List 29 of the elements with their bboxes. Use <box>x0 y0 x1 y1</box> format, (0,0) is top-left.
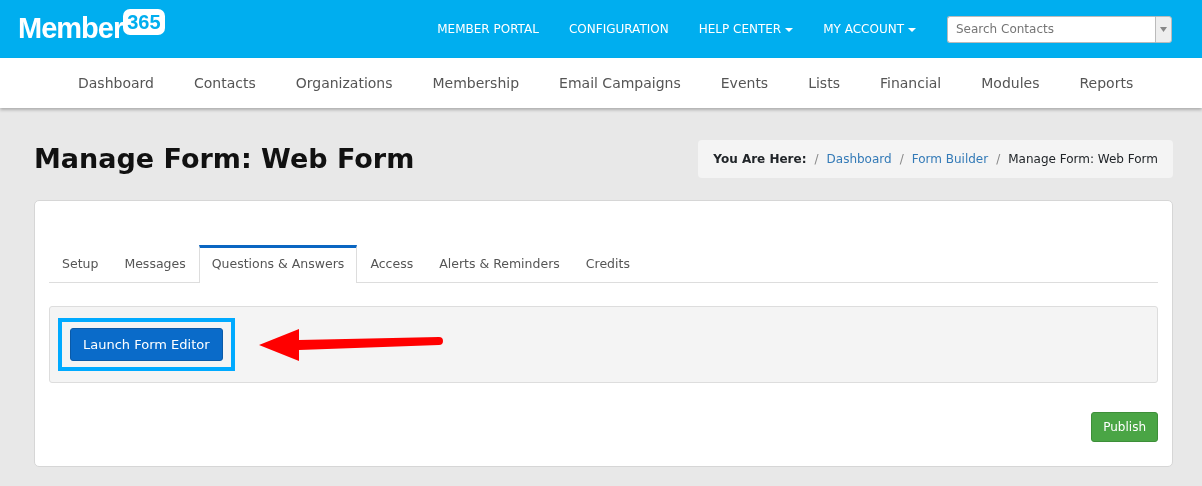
tab[interactable]: Access <box>357 245 427 283</box>
nav-link[interactable]: Contacts <box>173 72 276 94</box>
tab[interactable]: Credits <box>572 245 643 283</box>
breadcrumb-separator: / <box>898 151 905 168</box>
launch-form-editor-button[interactable]: Launch Form Editor <box>70 327 223 362</box>
breadcrumb-link[interactable]: Form Builder <box>911 150 989 168</box>
nav-link[interactable]: Email Campaigns <box>539 72 701 94</box>
breadcrumb-separator: / <box>813 151 820 168</box>
breadcrumb-link[interactable]: Dashboard <box>826 150 892 168</box>
breadcrumb-current: Manage Form: Web Form <box>1008 151 1158 168</box>
breadcrumb-label: You Are Here: <box>713 151 807 168</box>
logo-text: Member <box>18 11 124 47</box>
nav-link[interactable]: Membership <box>412 72 540 94</box>
nav-link[interactable]: Modules <box>961 72 1060 94</box>
tab[interactable]: Alerts & Reminders <box>426 245 573 283</box>
nav-link[interactable]: Dashboard <box>58 72 174 94</box>
tab[interactable]: Setup <box>49 245 112 283</box>
caret-icon <box>1160 26 1167 32</box>
nav-link[interactable]: Lists <box>788 72 860 94</box>
tab[interactable]: Questions & Answers <box>198 245 358 283</box>
logo-badge: 365 <box>123 9 165 35</box>
page-title: Manage Form: Web Form <box>34 142 415 176</box>
nav-link[interactable]: Organizations <box>275 72 413 94</box>
nav-link[interactable]: Financial <box>859 72 962 94</box>
search-field[interactable]: Search Contacts <box>947 15 1155 43</box>
nav-link[interactable]: Reports <box>1059 72 1154 94</box>
tab[interactable]: Messages <box>111 245 199 283</box>
nav-link[interactable]: Events <box>700 72 789 94</box>
breadcrumb-separator: / <box>995 151 1002 168</box>
